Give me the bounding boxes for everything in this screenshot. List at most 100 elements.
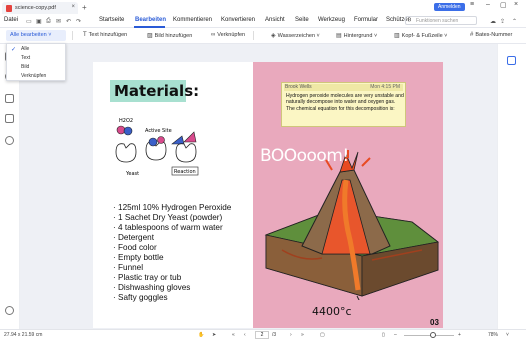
dropdown-item-image[interactable]: Bild <box>21 64 29 70</box>
menu-view[interactable]: Ansicht <box>265 17 285 23</box>
help-icon[interactable] <box>5 306 14 315</box>
search-panel-icon[interactable] <box>5 136 14 145</box>
minimize-icon[interactable]: – <box>486 1 490 8</box>
divider <box>253 31 254 40</box>
comment-panel-icon[interactable] <box>5 94 14 103</box>
list-item: · 125ml 10% Hydrogen Peroxide <box>113 203 232 212</box>
save-icon[interactable]: ▣ <box>36 18 42 25</box>
properties-panel-icon[interactable] <box>507 56 516 65</box>
feature-search-input[interactable]: ⌕ Funktionen suchen <box>405 16 477 25</box>
share-icon[interactable]: ✉ <box>56 18 61 25</box>
text-icon: T <box>83 32 87 38</box>
active-site-label: Active Site <box>145 128 172 134</box>
background-button[interactable]: ▤ Hintergrund ˅ <box>336 32 378 40</box>
comment-body[interactable]: Hydrogen peroxide molecules are very uns… <box>286 93 404 112</box>
first-page-icon[interactable]: « <box>232 332 235 338</box>
list-item: · Plastic tray or tub <box>113 273 182 282</box>
link-icon: ∞ <box>211 32 216 38</box>
select-tool-icon[interactable]: ➤ <box>212 332 216 338</box>
watermark-button[interactable]: ◈ Wasserzeichen ˅ <box>271 32 320 40</box>
volcano-illustration <box>264 150 439 300</box>
fit-page-icon[interactable]: ▢ <box>320 332 325 338</box>
chevron-down-icon: ˅ <box>372 32 378 39</box>
list-item: · Safty goggles <box>113 293 168 302</box>
menu-home[interactable]: Startseite <box>99 17 124 23</box>
attachment-icon[interactable] <box>5 114 14 123</box>
zoom-slider-handle[interactable] <box>430 332 436 338</box>
header-footer-label: Kopf- & Fußzeile <box>401 32 443 39</box>
check-icon: ✓ <box>11 47 17 53</box>
bates-icon: # <box>470 32 474 38</box>
enzyme-sketch: H2O2 Yeast Active Site Reaction <box>115 118 199 177</box>
tab-title: science-copy.pdf <box>15 5 56 11</box>
hand-tool-icon[interactable]: ✋ <box>198 332 204 338</box>
print-icon[interactable]: ⎙ <box>46 18 51 25</box>
materials-heading[interactable]: Materials: <box>110 80 199 102</box>
edit-toolbar: Alle bearbeiten ˅ T Text hinzufügen ▨ Bi… <box>0 28 526 44</box>
background-icon: ▤ <box>336 33 342 39</box>
login-button[interactable]: Anmelden <box>434 3 465 11</box>
new-tab-icon[interactable]: + <box>82 3 87 12</box>
menu-tools[interactable]: Werkzeug <box>318 17 345 23</box>
pdf-file-icon <box>6 4 12 12</box>
edit-all-dropdown[interactable]: Alle bearbeiten ˅ <box>6 30 66 41</box>
menu-bar: Datei ▭ ▣ ⎙ ✉ ↶ ↷ Startseite Bearbeiten … <box>0 14 526 28</box>
sticky-note-comment[interactable]: Brook Wells Mon 4:15 PM Hydrogen peroxid… <box>281 82 406 127</box>
open-icon[interactable]: ▭ <box>26 18 32 25</box>
link-button[interactable]: ∞ Verknüpfen <box>211 32 245 38</box>
image-icon: ▨ <box>147 33 153 39</box>
next-page-icon[interactable]: › <box>290 332 292 338</box>
dropdown-item-all[interactable]: Alle <box>21 46 29 52</box>
list-item: · Detergent <box>113 233 154 242</box>
add-image-label: Bild hinzufügen <box>154 32 193 39</box>
zoom-level[interactable]: 78% <box>488 332 498 338</box>
dropdown-item-link[interactable]: Verknüpfen <box>21 73 46 79</box>
status-bar: 27.94 x 21.59 cm ✋ ➤ « ‹ 2 /3 › » ▢ ▯ – … <box>0 329 526 340</box>
redo-icon[interactable]: ↷ <box>76 18 81 25</box>
list-item: · 1 Sachet Dry Yeast (powder) <box>113 213 223 222</box>
chevron-down-icon: ˅ <box>442 32 448 39</box>
chevron-down-icon[interactable]: ˅ <box>506 332 509 338</box>
menu-page[interactable]: Seite <box>295 17 309 23</box>
header-footer-button[interactable]: ▥ Kopf- & Fußzeile ˅ <box>394 32 448 40</box>
prev-page-icon[interactable]: ‹ <box>244 332 246 338</box>
menu-file[interactable]: Datei <box>4 17 18 23</box>
cloud-icon[interactable]: ☁ <box>490 18 496 25</box>
zoom-slider[interactable] <box>404 335 454 336</box>
menu-form[interactable]: Formular <box>354 17 378 23</box>
reaction-label: Reaction <box>174 169 196 175</box>
divider <box>72 31 73 40</box>
link-label: Verknüpfen <box>217 32 246 38</box>
zoom-in-icon[interactable]: + <box>458 332 461 338</box>
document-tab[interactable]: science-copy.pdf × <box>2 2 78 14</box>
page-number-input[interactable]: 2 <box>255 331 269 339</box>
tab-close-icon[interactable]: × <box>71 4 75 10</box>
collapse-icon[interactable]: ⌃ <box>512 18 517 25</box>
zoom-out-icon[interactable]: – <box>394 332 397 338</box>
bates-label: Bates-Nummer <box>475 32 513 38</box>
dropdown-item-text[interactable]: Text <box>21 55 30 61</box>
single-page-icon[interactable]: ▯ <box>382 332 385 338</box>
list-item: · Funnel <box>113 263 144 272</box>
window-close-icon[interactable]: × <box>514 1 518 8</box>
search-icon: ⌕ <box>408 18 412 24</box>
upload-icon[interactable]: ⇪ <box>500 18 505 25</box>
chevron-down-icon: ˅ <box>48 32 52 38</box>
menu-comment[interactable]: Kommentieren <box>173 17 212 23</box>
temperature-label: 4400°c <box>312 305 352 318</box>
maximize-icon[interactable]: ▢ <box>500 1 507 9</box>
list-item: · 4 tablespoons of warm water <box>113 223 223 232</box>
last-page-icon[interactable]: » <box>301 332 304 338</box>
page-total: /3 <box>272 332 277 338</box>
edit-mode-dropdown-menu: ✓ Alle Text Bild Verknüpfen <box>6 43 66 81</box>
watermark-label: Wasserzeichen <box>277 32 316 39</box>
add-image-button[interactable]: ▨ Bild hinzufügen <box>147 32 193 40</box>
bates-number-button[interactable]: # Bates-Nummer <box>470 32 512 38</box>
materials-list[interactable]: · 125ml 10% Hydrogen Peroxide · 1 Sachet… <box>113 203 231 303</box>
menu-convert[interactable]: Konvertieren <box>221 17 255 23</box>
add-text-label: Text hinzufügen <box>88 32 128 38</box>
add-text-button[interactable]: T Text hinzufügen <box>83 32 127 38</box>
menu-edit[interactable]: Bearbeiten <box>135 17 166 23</box>
menu-icon[interactable]: ≡ <box>470 1 474 8</box>
undo-icon[interactable]: ↶ <box>66 18 71 25</box>
